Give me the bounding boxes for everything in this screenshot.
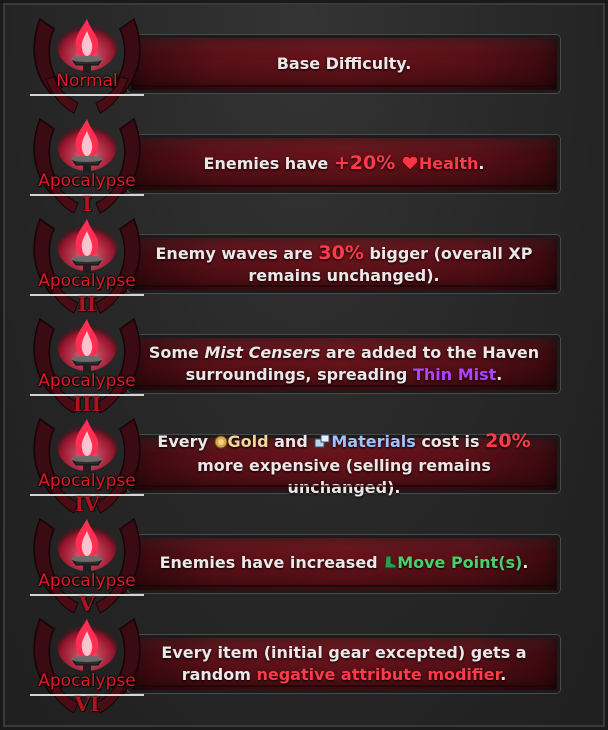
- tier-row-apocalypse-1[interactable]: Enemies have +20% Health. Apocalypse I: [0, 115, 608, 216]
- tier-row-apocalypse-4[interactable]: Every Gold and Materials cost is 20% mor…: [0, 415, 608, 516]
- tier-description: Base Difficulty.: [276, 54, 412, 73]
- tier-label: Apocalypse: [38, 571, 136, 591]
- tier-numeral: V: [79, 592, 95, 616]
- heart-icon: [401, 155, 419, 177]
- tier-row-apocalypse-5[interactable]: Enemies have increased Move Point(s). Ap…: [0, 515, 608, 616]
- gold-coin-icon: [214, 433, 228, 455]
- tier-numeral: IV: [74, 492, 100, 516]
- tier-divider: [30, 94, 144, 96]
- tier-banner: Every item (initial gear excepted) gets …: [128, 635, 560, 693]
- tier-row-normal[interactable]: Base Difficulty. Normal: [0, 15, 608, 115]
- tier-numeral: VI: [74, 692, 100, 716]
- tier-numeral: I: [82, 192, 92, 216]
- tier-description: Enemies have increased Move Point(s).: [160, 552, 529, 576]
- tier-row-apocalypse-6[interactable]: Every item (initial gear excepted) gets …: [0, 615, 608, 716]
- move-boot-icon: [383, 554, 397, 576]
- tier-description: Enemy waves are 30% bigger (overall XP r…: [155, 241, 533, 285]
- tier-label: Apocalypse: [38, 671, 136, 691]
- tier-banner: Every Gold and Materials cost is 20% mor…: [128, 430, 560, 497]
- tier-label: Apocalypse: [38, 171, 136, 191]
- tier-label: Apocalypse: [38, 471, 136, 491]
- tier-row-apocalypse-3[interactable]: Some Mist Censers are added to the Haven…: [0, 315, 608, 416]
- tier-label: Apocalypse: [38, 371, 136, 391]
- materials-icon: [313, 433, 331, 455]
- tier-label: Apocalypse: [38, 271, 136, 291]
- apocalypse-difficulty-panel: Base Difficulty. Normal Enemies have +20…: [0, 0, 608, 730]
- tier-numeral: II: [77, 292, 97, 316]
- tier-banner: Enemy waves are 30% bigger (overall XP r…: [128, 235, 560, 293]
- flame-emblem-icon: [22, 15, 152, 115]
- tier-numeral: III: [72, 392, 102, 416]
- tier-banner: Enemies have increased Move Point(s).: [128, 535, 560, 593]
- tier-banner: Base Difficulty.: [128, 35, 560, 93]
- tier-label: Normal: [56, 71, 118, 91]
- tier-banner: Some Mist Censers are added to the Haven…: [128, 335, 560, 393]
- tier-description: Enemies have +20% Health.: [204, 152, 485, 177]
- tier-description: Every Gold and Materials cost is 20% mor…: [157, 429, 531, 497]
- tier-description: Every item (initial gear excepted) gets …: [161, 643, 527, 684]
- tier-description: Some Mist Censers are added to the Haven…: [148, 343, 540, 384]
- tier-banner: Enemies have +20% Health.: [128, 135, 560, 193]
- tier-row-apocalypse-2[interactable]: Enemy waves are 30% bigger (overall XP r…: [0, 215, 608, 316]
